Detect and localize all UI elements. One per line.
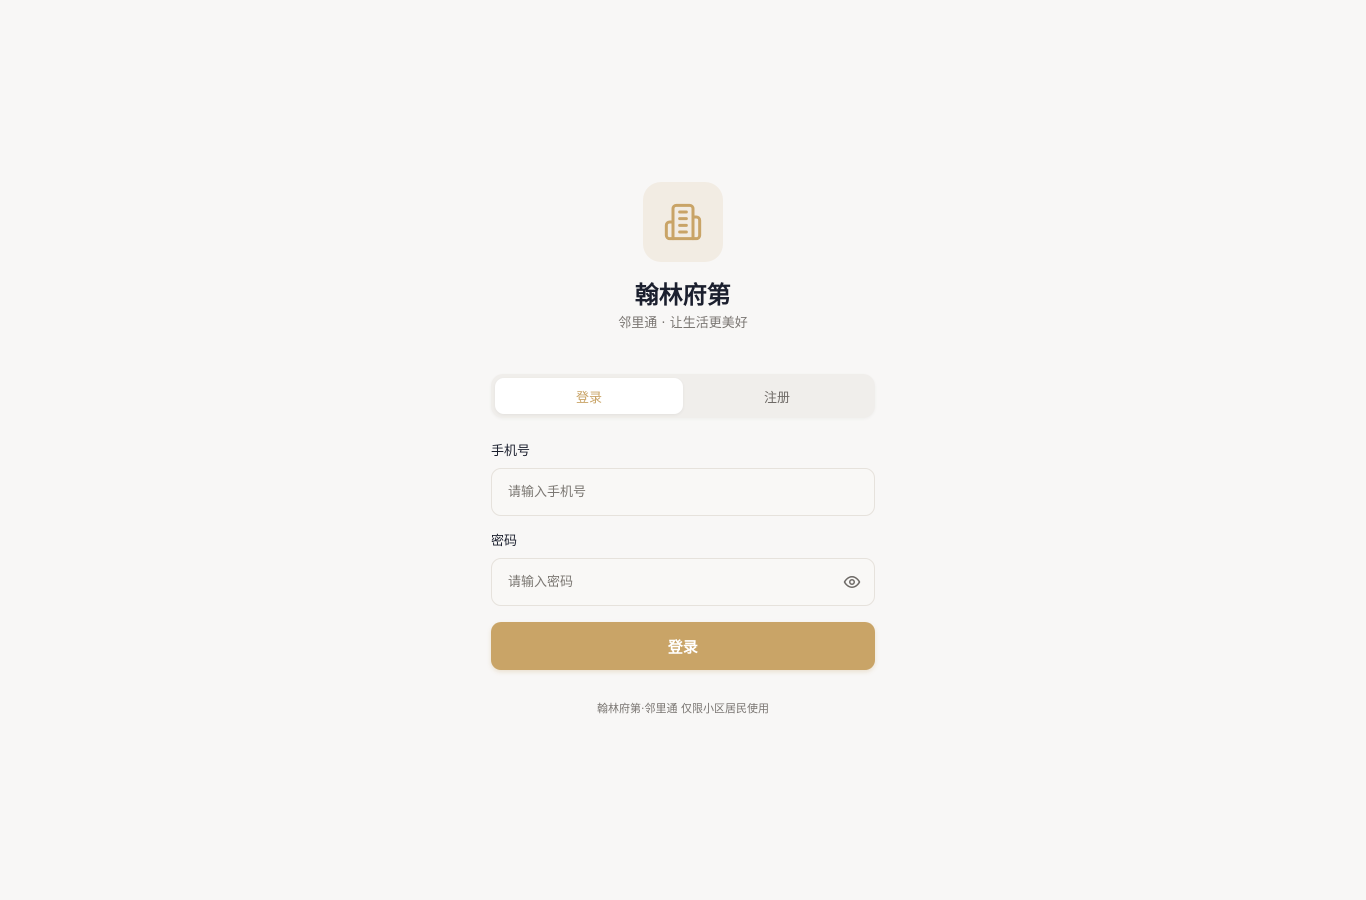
community-title: 翰林府第	[635, 280, 731, 309]
phone-input[interactable]	[492, 469, 874, 515]
tab-register[interactable]: 注册	[683, 378, 871, 414]
tab-login[interactable]: 登录	[495, 378, 683, 414]
password-label: 密码	[491, 534, 518, 549]
login-page: 翰林府第 邻里通 · 让生活更美好 登录 注册 手机号 密码 登录 翰林府第·邻…	[0, 0, 1366, 900]
password-field-container	[491, 558, 875, 606]
login-button[interactable]: 登录	[491, 622, 875, 670]
app-logo	[643, 182, 723, 262]
phone-field-container	[491, 468, 875, 516]
phone-label: 手机号	[491, 444, 531, 459]
app-slogan: 邻里通 · 让生活更美好	[618, 316, 748, 331]
password-input[interactable]	[492, 559, 842, 605]
building-icon	[664, 203, 702, 241]
auth-tabs: 登录 注册	[491, 374, 875, 418]
eye-icon[interactable]	[842, 572, 862, 592]
footer-note: 翰林府第·邻里通 仅限小区居民使用	[597, 702, 769, 715]
